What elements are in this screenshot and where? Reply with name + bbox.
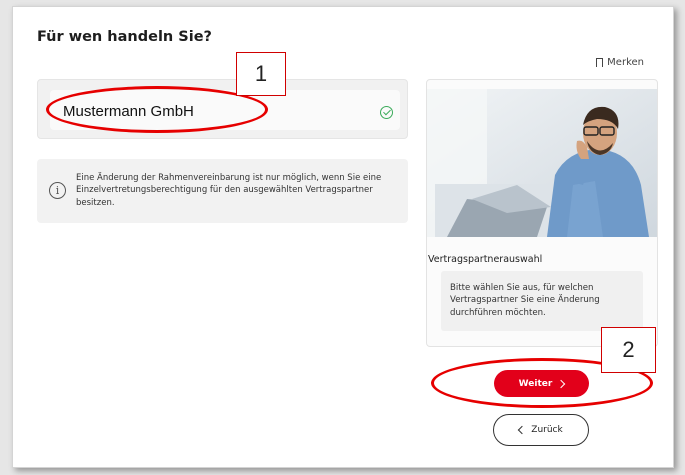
annotation-marker-2: 2 [601, 327, 656, 373]
side-panel-title: Vertragspartnerauswahl [428, 254, 543, 265]
side-panel-note-text: Bitte wählen Sie aus, für welchen Vertra… [450, 283, 600, 318]
back-button-label: Zurück [531, 425, 563, 435]
bookmark-label: Merken [607, 57, 644, 68]
chevron-right-icon [557, 379, 566, 388]
businessman-photo [427, 89, 657, 237]
info-text: Eine Änderung der Rahmenvereinbarung ist… [76, 173, 382, 208]
next-button[interactable]: Weiter [494, 370, 589, 397]
chevron-left-icon [518, 425, 527, 435]
page-title: Für wen handeln Sie? [37, 29, 212, 45]
partner-name[interactable]: Mustermann GmbH [63, 103, 194, 120]
info-icon: i [49, 182, 66, 199]
back-button[interactable]: Zurück [493, 414, 589, 446]
annotation-marker-1: 1 [236, 52, 286, 96]
bookmark-icon [596, 58, 604, 70]
next-button-label: Weiter [518, 378, 553, 389]
bookmark-button[interactable]: Merken [596, 57, 644, 70]
check-circle-icon [380, 106, 393, 119]
